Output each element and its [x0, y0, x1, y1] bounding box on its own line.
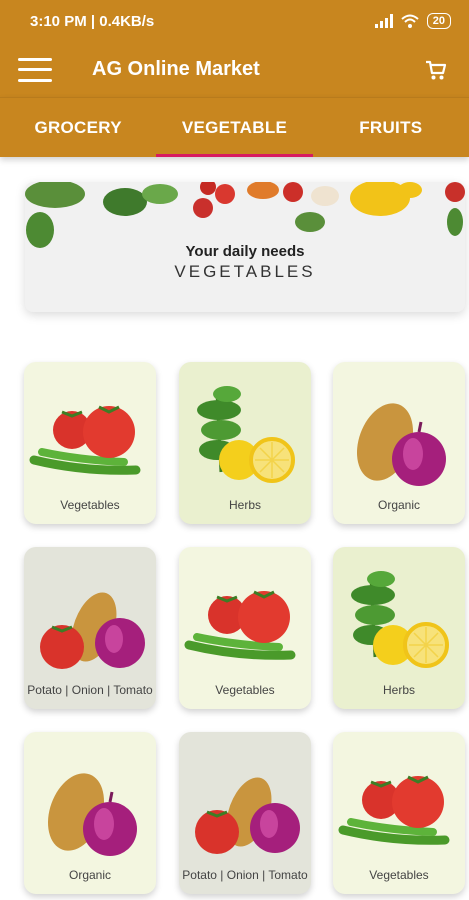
- category-label: Herbs: [228, 498, 261, 512]
- tab-fruits[interactable]: FRUITS: [313, 98, 469, 157]
- category-card-vegetables[interactable]: Vegetables: [179, 547, 311, 709]
- status-bar: 3:10 PM | 0.4KB/s 20: [0, 0, 469, 42]
- category-card-vegetables[interactable]: Vegetables: [333, 732, 465, 894]
- tab-grocery[interactable]: GROCERY: [0, 98, 156, 157]
- category-label: Vegetables: [60, 498, 120, 512]
- app-title: AG Online Market: [92, 58, 260, 80]
- status-icons: 20: [374, 13, 451, 29]
- herbs-lemon-image: [197, 386, 295, 483]
- category-card-herbs[interactable]: Herbs: [179, 362, 311, 524]
- category-card-potato-onion-tomato[interactable]: Potato | Onion | Tomato: [179, 732, 311, 894]
- category-label: Herbs: [382, 683, 415, 697]
- wifi-icon: [401, 14, 419, 28]
- battery-indicator: 20: [426, 13, 451, 29]
- category-card-organic[interactable]: Organic: [333, 362, 465, 524]
- herbs-lemon-image: [351, 571, 449, 668]
- category-label: Organic: [68, 868, 112, 882]
- tomato-potato-onion-image: [40, 592, 145, 669]
- tomatoes-chilies-image: [184, 590, 296, 660]
- menu-icon[interactable]: [18, 57, 52, 82]
- status-time: 3:10 PM | 0.4KB/s: [30, 12, 155, 30]
- category-card-herbs[interactable]: Herbs: [333, 547, 465, 709]
- category-card-vegetables[interactable]: Vegetables: [24, 362, 156, 524]
- tomatoes-chilies-image: [29, 405, 141, 475]
- potato-onion-image: [356, 403, 446, 486]
- category-card-potato-onion-tomato[interactable]: Potato | Onion | Tomato: [24, 547, 156, 709]
- category-label: Potato | Onion | Tomato: [182, 868, 308, 882]
- tab-vegetable[interactable]: VEGETABLE: [156, 98, 313, 157]
- signal-icon: [374, 14, 393, 28]
- category-label: Vegetables: [215, 683, 275, 697]
- vegetables-banner[interactable]: Your daily needs VEGETABLES: [25, 182, 465, 312]
- app-bar: AG Online Market: [0, 42, 469, 97]
- cart-icon[interactable]: [425, 59, 447, 81]
- tomato-potato-onion-image: [195, 777, 300, 854]
- banner-title: Your daily needs: [185, 243, 305, 260]
- category-label: Potato | Onion | Tomato: [27, 683, 153, 697]
- category-label: Organic: [377, 498, 421, 512]
- potato-onion-image: [47, 773, 137, 856]
- banner-subtitle: VEGETABLES: [174, 262, 316, 281]
- category-label: Vegetables: [369, 868, 429, 882]
- tomatoes-chilies-image: [338, 775, 450, 845]
- category-tabs: GROCERY VEGETABLE FRUITS: [0, 97, 469, 157]
- category-card-organic[interactable]: Organic: [24, 732, 156, 894]
